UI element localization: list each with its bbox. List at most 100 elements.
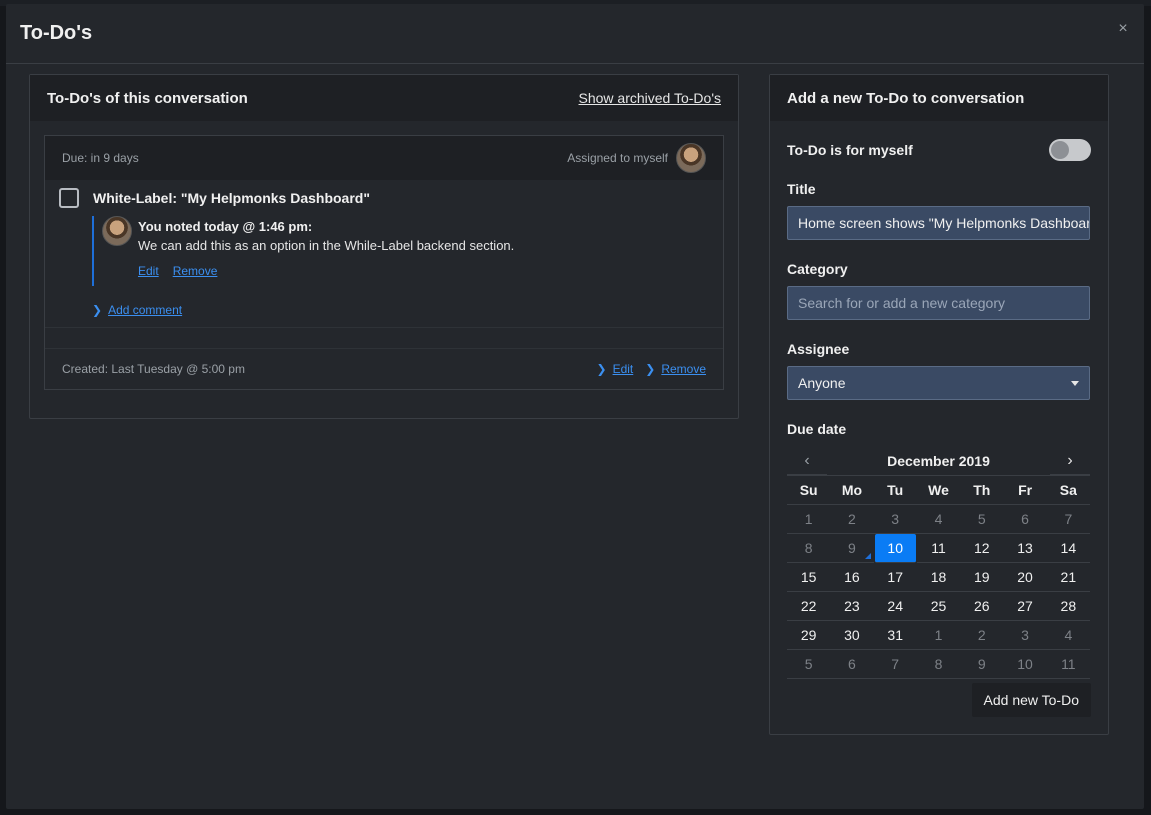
calendar-day[interactable]: 7 (1046, 505, 1090, 534)
calendar-day[interactable]: 4 (916, 505, 961, 534)
panel-title: To-Do's of this conversation (47, 89, 248, 107)
calendar-day[interactable]: 6 (830, 650, 874, 679)
todo-actions: ❯ Edit ❯ Remove (597, 362, 707, 376)
calendar-month: December 2019 (887, 453, 990, 469)
calendar-day[interactable]: 1 (787, 505, 831, 534)
calendar-day[interactable]: 21 (1046, 563, 1090, 592)
avatar (676, 143, 706, 173)
todo-edit-link[interactable]: Edit (613, 362, 634, 376)
chevron-right-icon: ❯ (92, 303, 103, 317)
calendar-day[interactable]: 2 (960, 621, 1004, 650)
calendar-day[interactable]: 22 (787, 592, 831, 621)
calendar-day[interactable]: 25 (916, 592, 961, 621)
chevron-left-icon[interactable]: ‹ (787, 447, 827, 475)
calendar-day[interactable]: 20 (1003, 563, 1047, 592)
calendar-day[interactable]: 9 (830, 534, 874, 563)
calendar-day[interactable]: 10 (1003, 650, 1047, 679)
calendar-day[interactable]: 12 (960, 534, 1004, 563)
add-todo-button[interactable]: Add new To-Do (971, 683, 1091, 717)
modal-header: To-Do's × (6, 4, 1144, 64)
calendar-day[interactable]: 10 (874, 534, 916, 563)
todo-card-header: Due: in 9 days Assigned to myself (45, 136, 723, 180)
calendar-day[interactable]: 2 (830, 505, 874, 534)
panel-title: Add a new To-Do to conversation (787, 89, 1025, 107)
todo-edit-action: ❯ Edit (597, 362, 634, 376)
calendar-day[interactable]: 28 (1046, 592, 1090, 621)
calendar-day[interactable]: 8 (916, 650, 961, 679)
calendar-day[interactable]: 3 (1003, 621, 1047, 650)
add-comment-link[interactable]: Add comment (108, 303, 182, 317)
calendar-day[interactable]: 19 (960, 563, 1004, 592)
calendar-day[interactable]: 9 (960, 650, 1004, 679)
note-actions: Edit Remove (138, 264, 514, 278)
calendar-day[interactable]: 11 (916, 534, 961, 563)
calendar-day[interactable]: 11 (1046, 650, 1090, 679)
add-comment: ❯ Add comment (92, 303, 182, 317)
calendar-day[interactable]: 8 (787, 534, 831, 563)
calendar-day[interactable]: 6 (1003, 505, 1047, 534)
note-remove-link[interactable]: Remove (173, 264, 218, 278)
assignee-select[interactable]: Anyone (787, 366, 1090, 400)
myself-toggle[interactable] (1049, 139, 1091, 161)
calendar-day[interactable]: 17 (873, 563, 917, 592)
toggle-knob (1051, 141, 1069, 159)
show-archived-link[interactable]: Show archived To-Do's (579, 90, 721, 106)
calendar-day[interactable]: 24 (873, 592, 917, 621)
chevron-right-icon: ❯ (596, 362, 607, 376)
calendar-day[interactable]: 13 (1003, 534, 1047, 563)
calendar-day[interactable]: 30 (830, 621, 874, 650)
calendar-day[interactable]: 16 (830, 563, 874, 592)
calendar-day[interactable]: 14 (1046, 534, 1090, 563)
calendar-day[interactable]: 23 (830, 592, 874, 621)
todo-note: You noted today @ 1:46 pm: We can add th… (92, 216, 514, 286)
note-text: We can add this as an option in the Whil… (138, 238, 515, 253)
caret-down-icon (1071, 380, 1079, 386)
category-label: Category (787, 261, 848, 277)
calendar-weekday: Su (787, 476, 831, 505)
title-label: Title (787, 181, 816, 197)
calendar-day[interactable]: 15 (787, 563, 831, 592)
todo-card-footer: Created: Last Tuesday @ 5:00 pm ❯ Edit ❯… (45, 349, 723, 389)
calendar-day[interactable]: 27 (1003, 592, 1047, 621)
todo-remove-action: ❯ Remove (645, 362, 706, 376)
modal-title: To-Do's (20, 22, 93, 44)
calendar-weekday: Fr (1003, 476, 1047, 505)
todo-title: White-Label: "My Helpmonks Dashboard" (93, 190, 370, 206)
calendar: ‹ December 2019 › Su Mo Tu We Th Fr Sa 1 2 3 4 5 6 7 8… (787, 447, 1090, 679)
panel-header: Add a new To-Do to conversation (770, 75, 1108, 121)
calendar-day[interactable]: 26 (960, 592, 1004, 621)
myself-label: To-Do is for myself (787, 142, 913, 158)
calendar-weekday: Th (960, 476, 1004, 505)
created-text: Created: Last Tuesday @ 5:00 pm (62, 362, 245, 376)
chevron-right-icon: ❯ (645, 362, 656, 376)
calendar-weekday: Sa (1046, 476, 1090, 505)
calendar-day[interactable]: 1 (916, 621, 961, 650)
calendar-day[interactable]: 18 (916, 563, 961, 592)
note-edit-link[interactable]: Edit (138, 264, 159, 278)
assignee-info: Assigned to myself (567, 143, 706, 173)
calendar-nav: ‹ December 2019 › (787, 447, 1090, 476)
assignee-value: Anyone (798, 375, 846, 391)
calendar-day[interactable]: 7 (873, 650, 917, 679)
conversation-todos-panel: To-Do's of this conversation Show archiv… (29, 74, 739, 419)
calendar-weekday: Tu (873, 476, 917, 505)
todo-remove-link[interactable]: Remove (661, 362, 706, 376)
category-input[interactable]: Search for or add a new category (787, 286, 1090, 320)
calendar-day[interactable]: 5 (960, 505, 1004, 534)
myself-row: To-Do is for myself (787, 139, 1091, 161)
note-avatar (102, 216, 132, 246)
title-input[interactable]: Home screen shows "My Helpmonks Dashboar… (787, 206, 1090, 240)
calendar-grid: Su Mo Tu We Th Fr Sa 1 2 3 4 5 6 7 8 9 10 11 12 13 14 15 16 17 1… (787, 476, 1090, 679)
note-header: You noted today @ 1:46 pm: (138, 219, 313, 234)
calendar-day[interactable]: 3 (873, 505, 917, 534)
close-icon[interactable]: × (1116, 21, 1130, 37)
calendar-day[interactable]: 4 (1046, 621, 1090, 650)
calendar-day[interactable]: 31 (873, 621, 917, 650)
chevron-right-icon[interactable]: › (1050, 447, 1090, 475)
todo-item: White-Label: "My Helpmonks Dashboard" (59, 188, 370, 208)
todo-checkbox[interactable] (59, 188, 79, 208)
due-text: Due: in 9 days (62, 151, 139, 165)
calendar-day[interactable]: 29 (787, 621, 831, 650)
todo-card: Due: in 9 days Assigned to myself White-… (44, 135, 724, 390)
calendar-day[interactable]: 5 (787, 650, 831, 679)
